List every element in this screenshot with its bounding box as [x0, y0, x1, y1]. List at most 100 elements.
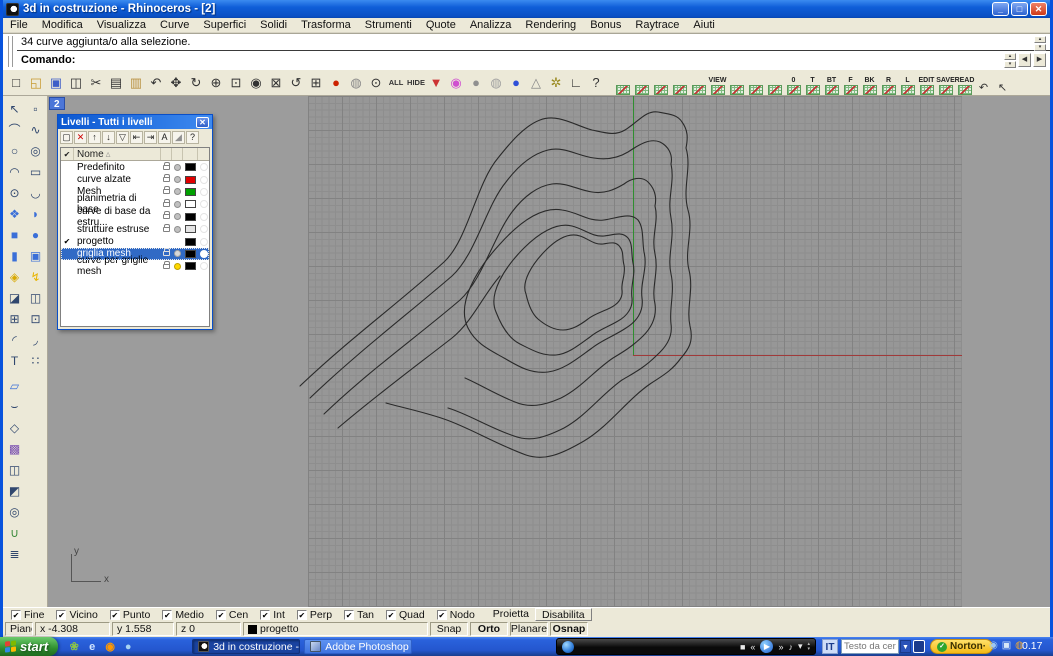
menu-item[interactable]: Trasforma — [294, 18, 358, 33]
quick-launch-icon[interactable]: ● — [121, 640, 135, 654]
layer-lock-cell[interactable] — [160, 173, 171, 185]
side-toolbar-icon[interactable]: ◡ — [25, 182, 46, 203]
osnap-checkbox[interactable]: ✔ — [216, 610, 226, 620]
current-layer-field[interactable]: progetto — [243, 622, 428, 636]
cplane-toolbar-button[interactable]: BT — [822, 71, 841, 95]
side-toolbar-icon[interactable]: ↖ — [4, 98, 25, 119]
cplane-toolbar-button[interactable]: VIEW — [708, 71, 727, 95]
menu-item[interactable]: Aiuti — [686, 18, 721, 33]
layers-toolbar-icon[interactable]: ↑ — [88, 131, 101, 144]
quick-launch-icon[interactable]: ◉ — [103, 640, 117, 654]
search-dropdown-icon[interactable]: ▼ — [900, 640, 911, 653]
window-control-button[interactable]: ✕ — [1030, 2, 1047, 16]
side-toolbar-icon[interactable]: ▮ — [4, 245, 25, 266]
command-grip[interactable] — [6, 36, 14, 67]
side-toolbar-icon[interactable]: ◪ — [4, 287, 25, 308]
command-history[interactable]: 34 curve aggiunta/o alla selezione. — [17, 34, 1050, 51]
side-toolbar-icon[interactable]: ● — [25, 224, 46, 245]
side-toolbar-icon[interactable]: ◎ — [25, 140, 46, 161]
next-button[interactable]: » — [778, 642, 783, 652]
side-toolbar-icon[interactable]: ◩ — [4, 480, 25, 501]
osnap-checkbox[interactable]: ✔ — [386, 610, 396, 620]
layers-toolbar-icon[interactable]: ⇤ — [130, 131, 143, 144]
osnap-checkbox[interactable]: ✔ — [437, 610, 447, 620]
layer-name[interactable]: strutture estruse — [74, 223, 160, 235]
side-toolbar-icon[interactable]: ◜ — [4, 329, 25, 350]
cplane-toolbar-button[interactable]: BK — [860, 71, 879, 95]
side-toolbar-icon[interactable]: ◗ — [25, 203, 46, 224]
layer-material-cell[interactable] — [197, 260, 209, 272]
layer-lock-cell[interactable] — [160, 223, 171, 235]
side-toolbar-icon[interactable]: ❖ — [4, 203, 25, 224]
layer-row[interactable]: curve alzate — [61, 173, 209, 185]
cplane-toolbar-button[interactable]: R — [879, 71, 898, 95]
layer-color-cell[interactable] — [182, 186, 197, 198]
cplane-toolbar-button[interactable] — [727, 71, 746, 95]
menu-item[interactable]: Curve — [153, 18, 196, 33]
layer-bulb-cell[interactable] — [171, 248, 182, 260]
menu-item[interactable]: Rendering — [518, 18, 583, 33]
header-bulb-column[interactable] — [171, 148, 182, 160]
layer-lock-cell[interactable] — [160, 198, 171, 210]
osnap-checkbox[interactable]: ✔ — [297, 610, 307, 620]
band-spinner[interactable]: ▴▾ — [807, 642, 810, 652]
toolbar-icon[interactable]: ✂ — [86, 72, 106, 93]
side-toolbar-icon[interactable]: ≣ — [4, 543, 25, 564]
side-toolbar-icon[interactable]: ⊞ — [4, 308, 25, 329]
side-toolbar-icon[interactable]: ◫ — [25, 287, 46, 308]
layer-material-cell[interactable] — [197, 248, 209, 260]
layer-material-cell[interactable] — [197, 223, 209, 235]
layers-panel-titlebar[interactable]: Livelli - Tutti i livelli ✕ — [58, 115, 212, 129]
command-prompt[interactable]: Comando: — [17, 51, 1050, 69]
menu-item[interactable]: Strumenti — [358, 18, 419, 33]
cplane-toolbar-button[interactable]: L — [898, 71, 917, 95]
cplane-toolbar-button[interactable] — [613, 71, 632, 95]
header-lock-column[interactable] — [160, 148, 171, 160]
side-toolbar-icon[interactable]: ○ — [4, 140, 25, 161]
cplane-toolbar-button[interactable] — [689, 71, 708, 95]
layer-lock-cell[interactable] — [160, 211, 171, 223]
toolbar-icon[interactable]: ● — [466, 72, 486, 93]
status-toggle[interactable]: Planare — [510, 622, 548, 636]
layer-bulb-cell[interactable] — [171, 173, 182, 185]
side-toolbar-icon[interactable]: ◫ — [4, 459, 25, 480]
side-toolbar-icon[interactable]: ▩ — [4, 438, 25, 459]
layer-color-cell[interactable] — [182, 248, 197, 260]
layer-bulb-cell[interactable] — [171, 211, 182, 223]
layer-current-check[interactable] — [61, 211, 74, 223]
side-toolbar-icon[interactable]: ◠ — [4, 161, 25, 182]
menu-item[interactable]: Raytrace — [628, 18, 686, 33]
tray-icon[interactable]: ◉ — [988, 640, 999, 652]
layer-row[interactable]: ✔ progetto — [61, 235, 209, 247]
layer-row[interactable]: Predefinito — [61, 161, 209, 173]
layer-name[interactable]: curve per griglie mesh — [74, 260, 160, 272]
language-indicator[interactable]: IT — [822, 639, 838, 654]
layer-material-cell[interactable] — [197, 198, 209, 210]
side-toolbar-icon[interactable]: ⊡ — [25, 308, 46, 329]
layers-toolbar-icon[interactable]: ↓ — [102, 131, 115, 144]
cplane-toolbar-button[interactable] — [670, 71, 689, 95]
toolbar-icon[interactable]: ✲ — [546, 72, 566, 93]
layer-row[interactable]: curve per griglie mesh — [61, 260, 209, 272]
menu-item[interactable]: Modifica — [35, 18, 90, 33]
norton-badge[interactable]: ✓ Norton· — [930, 639, 993, 654]
scroll-right-button[interactable]: ▶ — [1033, 53, 1046, 67]
toolbar-icon[interactable]: ↻ — [186, 72, 206, 93]
window-control-button[interactable]: _ — [992, 2, 1009, 16]
toolbar-icon[interactable]: ◱ — [26, 72, 46, 93]
side-toolbar-icon[interactable]: ⌒ — [4, 119, 25, 140]
cplane-toolbar-button[interactable]: ↶ — [974, 71, 993, 95]
layer-bulb-cell[interactable] — [171, 198, 182, 210]
previous-button[interactable]: « — [750, 642, 755, 652]
layer-lock-cell[interactable] — [160, 260, 171, 272]
menu-item[interactable]: Visualizza — [90, 18, 153, 33]
side-toolbar-icon[interactable]: ▫ — [25, 98, 46, 119]
status-toggle[interactable]: Osnap — [550, 622, 588, 636]
toolbar-icon[interactable]: ▥ — [126, 72, 146, 93]
side-toolbar-icon[interactable]: T — [4, 350, 25, 371]
side-toolbar-icon[interactable]: ▣ — [25, 245, 46, 266]
cplane-toolbar-button[interactable]: READ — [955, 71, 974, 95]
quick-launch-icon[interactable]: ❀ — [67, 640, 81, 654]
toolbar-icon[interactable]: ⊞ — [306, 72, 326, 93]
project-button[interactable]: Proietta — [487, 608, 535, 621]
